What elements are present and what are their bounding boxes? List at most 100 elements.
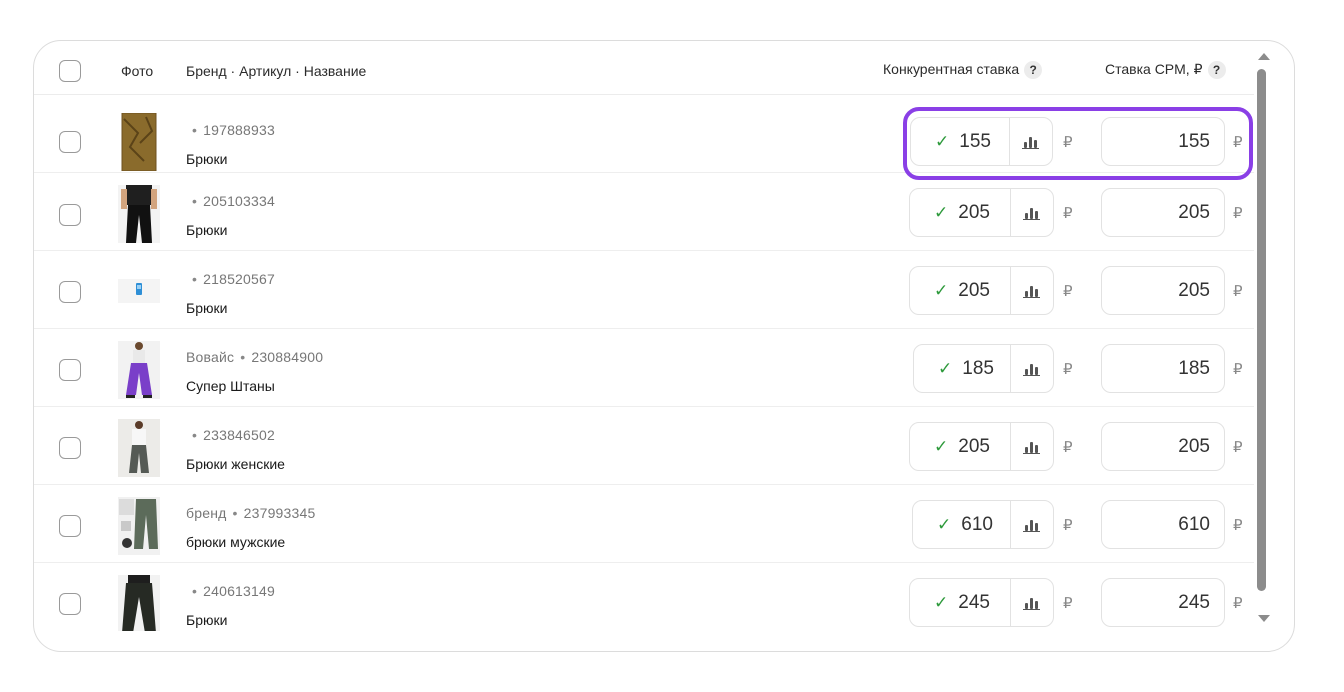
product-name: Брюки [186, 300, 228, 316]
brand-text: Вовайс [186, 349, 235, 365]
competitive-bid-field[interactable]: ✓ 155 [910, 117, 1053, 166]
competitive-bid-field[interactable]: ✓ 610 [912, 500, 1054, 549]
table-row: • 240613149 Брюки ✓ 245 ₽ 245 ₽ [34, 563, 1254, 631]
product-name: Брюки [186, 151, 228, 167]
check-icon: ✓ [937, 514, 952, 534]
separator-dot: • [192, 583, 198, 599]
competitive-bid-field[interactable]: ✓ 205 [909, 188, 1054, 237]
product-meta: • 197888933 [186, 122, 275, 138]
header-competitive-bid-label: Конкурентная ставка [883, 61, 1020, 77]
product-photo [118, 185, 160, 243]
product-meta: • 233846502 [186, 427, 275, 443]
currency-symbol: ₽ [1233, 283, 1243, 300]
separator-dot: • [192, 271, 198, 287]
scroll-up-arrow-icon[interactable] [1258, 53, 1270, 60]
product-name: Супер Штаны [186, 378, 275, 394]
bar-chart-icon[interactable] [1023, 595, 1040, 610]
competitive-bid-value: 610 [961, 513, 993, 535]
check-icon: ✓ [938, 358, 953, 378]
product-meta: • 205103334 [186, 193, 275, 209]
article-number: 233846502 [203, 427, 275, 443]
product-photo [118, 419, 160, 477]
header-cpm-bid: Ставка CPM, ₽? [1105, 61, 1226, 80]
cpm-bid-input[interactable]: 610 [1101, 500, 1225, 549]
currency-symbol: ₽ [1063, 595, 1073, 612]
bar-chart-icon[interactable] [1023, 439, 1040, 454]
row-checkbox[interactable] [59, 515, 81, 537]
bar-chart-icon[interactable] [1023, 361, 1040, 376]
article-number: 218520567 [203, 271, 275, 287]
check-icon: ✓ [934, 436, 949, 456]
competitive-bid-field[interactable]: ✓ 205 [909, 266, 1054, 315]
row-checkbox[interactable] [59, 593, 81, 615]
header-competitive-bid: Конкурентная ставка? [883, 61, 1043, 80]
cpm-bid-input[interactable]: 245 [1101, 578, 1225, 627]
separator-dot: • [192, 122, 198, 138]
product-name: Брюки [186, 612, 228, 628]
competitive-bid-field[interactable]: ✓ 245 [909, 578, 1054, 627]
select-all-checkbox[interactable] [59, 60, 81, 82]
competitive-bid-field[interactable]: ✓ 185 [913, 344, 1054, 393]
cpm-bid-input[interactable]: 155 [1101, 117, 1225, 166]
row-checkbox[interactable] [59, 359, 81, 381]
cpm-bid-input[interactable]: 205 [1101, 266, 1225, 315]
table-body: • 197888933 Брюки ✓ 155 ₽ 155 ₽ • 205103334… [34, 95, 1254, 631]
cpm-bid-input[interactable]: 205 [1101, 188, 1225, 237]
product-name: Брюки [186, 222, 228, 238]
check-icon: ✓ [935, 131, 950, 151]
bar-chart-icon[interactable] [1023, 283, 1040, 298]
separator-dot: • [192, 193, 198, 209]
currency-symbol: ₽ [1063, 134, 1073, 151]
row-checkbox[interactable] [59, 204, 81, 226]
separator-dot: • [192, 427, 198, 443]
product-name: Брюки женские [186, 456, 285, 472]
competitive-bid-field[interactable]: ✓ 205 [909, 422, 1054, 471]
cpm-bid-input[interactable]: 185 [1101, 344, 1225, 393]
currency-symbol: ₽ [1063, 439, 1073, 456]
separator-dot: • [232, 505, 238, 521]
table-row: • 205103334 Брюки ✓ 205 ₽ 205 ₽ [34, 173, 1254, 251]
article-number: 237993345 [243, 505, 316, 521]
article-number: 240613149 [203, 583, 275, 599]
competitive-bid-value: 185 [962, 357, 994, 379]
currency-symbol: ₽ [1233, 134, 1243, 151]
article-number: 205103334 [203, 193, 275, 209]
bar-chart-icon[interactable] [1022, 134, 1039, 149]
bar-chart-icon[interactable] [1023, 517, 1040, 532]
currency-symbol: ₽ [1063, 205, 1073, 222]
currency-symbol: ₽ [1063, 361, 1073, 378]
table-header: Фото Бренд · Артикул · Название Конкурен… [34, 41, 1254, 95]
vertical-scrollbar[interactable] [1256, 53, 1272, 633]
product-photo [118, 263, 160, 321]
product-name: брюки мужские [186, 534, 286, 550]
separator-dot: • [240, 349, 246, 365]
scrollbar-thumb[interactable] [1257, 69, 1266, 591]
help-icon[interactable]: ? [1207, 61, 1226, 80]
brand-text: бренд [186, 505, 227, 521]
currency-symbol: ₽ [1233, 595, 1243, 612]
competitive-bid-value: 155 [959, 130, 991, 152]
cpm-bid-input[interactable]: 205 [1101, 422, 1225, 471]
header-brand-article-name: Бренд · Артикул · Название [186, 63, 367, 79]
currency-symbol: ₽ [1063, 283, 1073, 300]
bids-table-card: Фото Бренд · Артикул · Название Конкурен… [33, 40, 1295, 652]
competitive-bid-value: 205 [958, 201, 990, 223]
help-icon[interactable]: ? [1024, 61, 1043, 80]
currency-symbol: ₽ [1233, 361, 1243, 378]
article-number: 230884900 [251, 349, 324, 365]
check-icon: ✓ [934, 592, 949, 612]
row-checkbox[interactable] [59, 281, 81, 303]
competitive-bid-value: 205 [958, 435, 990, 457]
product-photo [118, 113, 160, 171]
product-photo [118, 575, 160, 631]
table-row: • 218520567 Брюки ✓ 205 ₽ 205 ₽ [34, 251, 1254, 329]
currency-symbol: ₽ [1233, 517, 1243, 534]
article-number: 197888933 [203, 122, 275, 138]
product-meta: • 218520567 [186, 271, 275, 287]
product-photo [118, 497, 160, 555]
row-checkbox[interactable] [59, 437, 81, 459]
check-icon: ✓ [934, 202, 949, 222]
bar-chart-icon[interactable] [1023, 205, 1040, 220]
scroll-down-arrow-icon[interactable] [1258, 615, 1270, 622]
row-checkbox[interactable] [59, 131, 81, 153]
